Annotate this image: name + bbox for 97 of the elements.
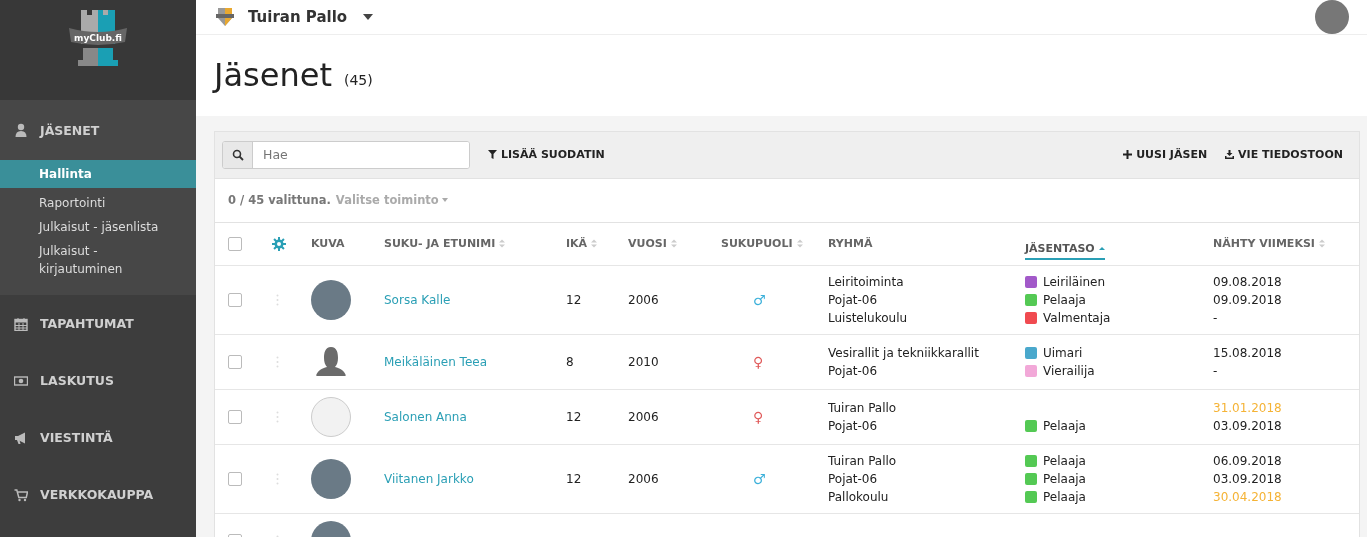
member-name-link[interactable]: Salonen Anna [384, 409, 467, 424]
nav-section[interactable]: VIESTINTÄ [0, 409, 196, 466]
member-count: (45) [343, 71, 373, 89]
member-name-link[interactable]: Sorsa Kalle [384, 292, 451, 307]
sort-icon[interactable] [591, 239, 598, 249]
sort-icon[interactable] [1318, 239, 1325, 249]
group-cell-text: Luistelukoulu [828, 309, 908, 327]
nav-section[interactable]: LASKUTUS [0, 352, 196, 409]
group-cell-text: Vesirallit ja tekniikkarallit [828, 344, 979, 362]
add-filter-button[interactable]: LISÄÄ SUODATIN [488, 148, 605, 162]
photo-placeholder [311, 458, 351, 499]
member-name-link[interactable]: Viitanen Jarkko [384, 471, 474, 486]
select-all-checkbox[interactable] [228, 236, 242, 251]
calendar-icon [14, 316, 28, 331]
sort-icon[interactable] [670, 239, 677, 249]
column-header[interactable]: IKÄ [566, 237, 628, 251]
row-checkbox[interactable] [228, 292, 242, 307]
selection-status: 0 / 45 valittuna. [228, 193, 331, 208]
club-name[interactable]: Tuiran Pallo [248, 8, 348, 26]
gender-symbol: ♀ [752, 353, 764, 370]
user-avatar[interactable] [1315, 0, 1349, 34]
year-cell: 2010 [628, 354, 659, 369]
column-header[interactable]: JÄSENTASO [1025, 231, 1105, 260]
level-cell-text: Pelaaja [1043, 488, 1086, 506]
row-checkbox[interactable] [228, 471, 242, 486]
age-cell: 8 [566, 354, 574, 369]
year-cell: 2006 [628, 471, 659, 486]
year-cell: 2006 [628, 409, 659, 424]
filter-icon [488, 150, 497, 160]
last-seen-cell-text: 09.08.2018 [1213, 273, 1282, 291]
page-title: Jäsenet [214, 56, 332, 95]
row-checkbox[interactable] [228, 409, 242, 424]
member-name-link[interactable]: Meikäläinen Teea [384, 354, 487, 369]
column-header[interactable]: RYHMÄ [828, 237, 1025, 251]
group-cell-text: Tuiran Pallo [828, 399, 897, 417]
last-seen-cell-text: - [1213, 309, 1218, 327]
level-cell-text: Pelaaja [1043, 470, 1086, 488]
group-cell-text: Tuiran Pallo [828, 452, 897, 470]
sort-icon[interactable] [499, 239, 506, 249]
row-checkbox[interactable] [228, 354, 242, 369]
gender-symbol: ♂ [752, 470, 766, 487]
last-seen-cell-text: 15.08.2018 [1213, 344, 1282, 362]
year-cell: 2006 [628, 292, 659, 307]
level-cell-text: Valmentaja [1043, 309, 1111, 327]
nav-section[interactable]: JÄSENET [0, 100, 196, 160]
level-cell-text: Leiriläinen [1043, 273, 1106, 291]
nav-section[interactable]: VERKKOKAUPPA [0, 466, 196, 523]
level-cell-text: Vierailija [1043, 362, 1095, 380]
nav-item[interactable]: Julkaisut - jäsenlista [0, 215, 196, 239]
club-crest-icon [214, 6, 236, 28]
search-field[interactable]: Hae [222, 140, 470, 169]
group-cell-text: Pojat-06 [828, 417, 878, 435]
gender-symbol: ♀ [752, 408, 764, 425]
column-header[interactable]: VUOSI [628, 237, 721, 251]
money-icon [14, 373, 28, 388]
gender-symbol: ♂ [752, 291, 766, 308]
group-cell-text: Pojat-06 [828, 291, 878, 309]
group-cell-text: Pojat-06 [828, 362, 878, 380]
column-header[interactable]: NÄHTY VIIMEKSI [1213, 237, 1359, 251]
download-icon [1225, 150, 1235, 160]
new-member-button[interactable]: UUSI JÄSEN [1123, 148, 1208, 162]
sort-icon[interactable] [796, 239, 803, 249]
last-seen-cell-text: 03.09.2018 [1213, 470, 1282, 488]
level-cell-text: Pelaaja [1043, 291, 1086, 309]
nav-item[interactable]: Raportointi [0, 191, 196, 215]
plus-icon [1123, 150, 1133, 160]
nav-item[interactable]: Hallinta [0, 160, 196, 188]
avatar-drawing [311, 396, 351, 437]
age-cell: 12 [566, 292, 582, 307]
last-seen-cell-text: 03.09.2018 [1213, 417, 1282, 435]
last-seen-cell-text: 06.09.2018 [1213, 452, 1282, 470]
settings-icon[interactable] [272, 236, 286, 251]
group-cell-text: Pojat-06 [828, 470, 878, 488]
user-icon [14, 123, 28, 137]
level-cell-text: Pelaaja [1043, 452, 1086, 470]
level-cell-text: Pelaaja [1043, 417, 1086, 435]
age-cell: 12 [566, 471, 582, 486]
nav-item[interactable]: Julkaisut - kirjautuminen [0, 239, 196, 281]
caret-icon [441, 198, 448, 203]
last-seen-cell-text: - [1213, 362, 1218, 380]
photo-placeholder [311, 279, 351, 320]
megaphone-icon [14, 430, 28, 445]
column-header[interactable]: KUVA [311, 237, 384, 251]
nav-section[interactable]: TAPAHTUMAT [0, 295, 196, 352]
search-icon[interactable] [231, 148, 244, 161]
group-cell-text: Leiritoiminta [828, 273, 904, 291]
last-seen-cell-text: 09.09.2018 [1213, 291, 1282, 309]
cart-icon [14, 487, 28, 502]
level-cell-text: Uimari [1043, 344, 1083, 362]
export-button[interactable]: VIE TIEDOSTOON [1225, 148, 1343, 162]
column-header[interactable]: SUKU- JA ETUNIMI [384, 237, 566, 251]
last-seen-cell-text: 31.01.2018 [1213, 399, 1282, 417]
age-cell: 12 [566, 409, 582, 424]
caret-icon[interactable] [363, 14, 374, 20]
column-header[interactable]: SUKUPUOLI [721, 237, 828, 251]
group-cell-text: Pallokoulu [828, 488, 889, 506]
last-seen-cell-text: 30.04.2018 [1213, 488, 1282, 506]
